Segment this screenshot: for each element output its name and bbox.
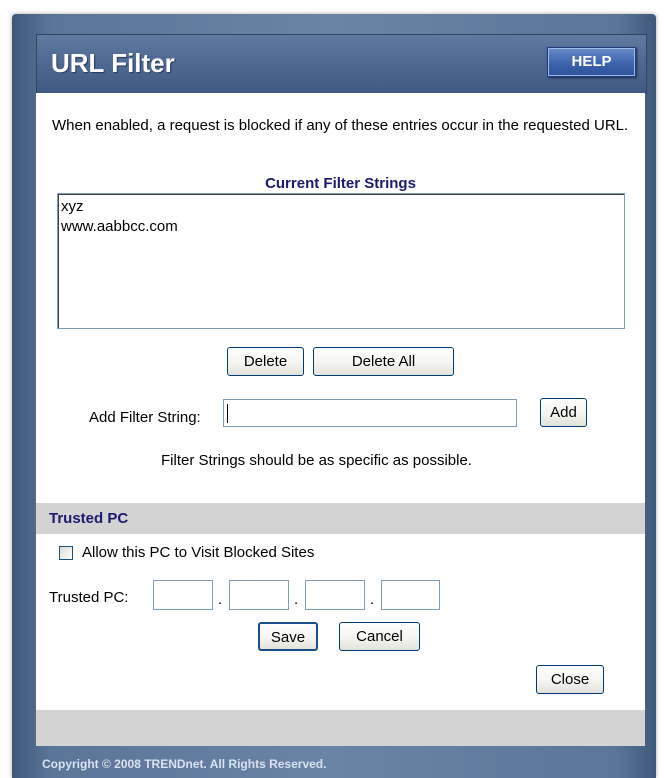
ip-octet-3-input[interactable] xyxy=(305,580,365,610)
trusted-pc-label: Trusted PC: xyxy=(49,589,129,606)
close-button[interactable]: Close xyxy=(536,665,604,694)
help-button[interactable]: HELP xyxy=(547,47,636,77)
filter-hint: Filter Strings should be as specific as … xyxy=(161,452,472,469)
delete-button[interactable]: Delete xyxy=(227,347,304,376)
add-button[interactable]: Add xyxy=(540,398,587,427)
ip-dot-separator: . xyxy=(218,591,223,608)
trusted-pc-section-header: Trusted PC xyxy=(36,503,645,534)
filter-description: When enabled, a request is blocked if an… xyxy=(52,117,629,134)
ip-octet-1-input[interactable] xyxy=(153,580,213,610)
filter-strings-list[interactable]: xyz www.aabbcc.com xyxy=(57,193,625,329)
ip-dot-separator: . xyxy=(294,591,299,608)
cancel-button[interactable]: Cancel xyxy=(339,622,420,651)
dialog-footer xyxy=(36,710,645,746)
ip-octet-4-input[interactable] xyxy=(381,580,440,610)
copyright-text: Copyright © 2008 TRENDnet. All Rights Re… xyxy=(42,757,327,771)
dialog-header: URL Filter HELP xyxy=(36,34,647,94)
filter-list-caption: Current Filter Strings xyxy=(265,175,416,192)
text-caret xyxy=(227,404,228,423)
page-title: URL Filter xyxy=(51,48,175,78)
save-button[interactable]: Save xyxy=(258,622,318,651)
add-filter-input[interactable] xyxy=(223,399,517,427)
list-item[interactable]: www.aabbcc.com xyxy=(60,217,622,237)
section-title: Trusted PC xyxy=(49,510,129,527)
allow-blocked-sites-label: Allow this PC to Visit Blocked Sites xyxy=(82,544,315,561)
allow-blocked-sites-checkbox[interactable] xyxy=(59,546,73,560)
ip-octet-2-input[interactable] xyxy=(229,580,289,610)
list-item[interactable]: xyz xyxy=(60,197,622,217)
add-filter-label: Add Filter String: xyxy=(89,409,201,426)
ip-dot-separator: . xyxy=(370,591,375,608)
dialog-content: When enabled, a request is blocked if an… xyxy=(36,93,645,710)
delete-all-button[interactable]: Delete All xyxy=(313,347,454,376)
